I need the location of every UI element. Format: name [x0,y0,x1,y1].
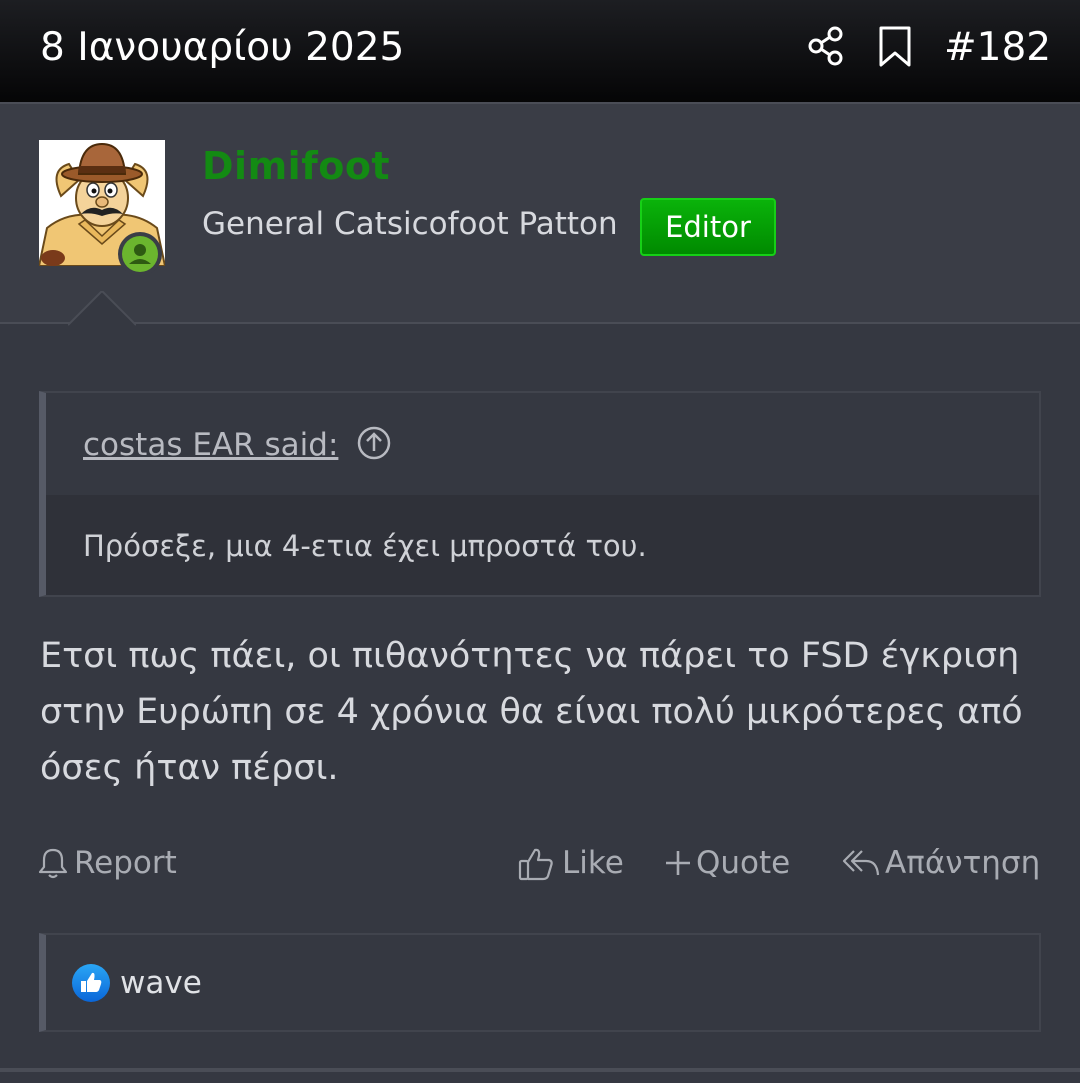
like-reaction-icon [71,963,111,1003]
post-bottom-divider [0,1068,1080,1072]
quote-text: Πρόσεξε, μια 4-ετια έχει μπροστά του. [83,529,647,563]
message-body: Ετσι πως πάει, οι πιθανότητες να πάρει τ… [40,636,1023,788]
quote-attribution-link[interactable]: costas EAR said: [83,427,338,463]
quote-content: Πρόσεξε, μια 4-ετια έχει μπροστά του. [46,495,1039,595]
online-status-indicator [118,232,162,276]
reply-icon [842,850,880,876]
reply-button[interactable]: Απάντηση [842,841,1042,885]
post-number-link[interactable]: #182 [944,24,1051,72]
bookmark-icon[interactable] [876,24,916,68]
like-label: Like [562,845,624,881]
reply-label: Απάντηση [885,845,1041,881]
quote-button[interactable]: Quote [664,841,804,885]
quote-block: costas EAR said: Πρόσεξε, μια 4-ετια έχε… [39,391,1041,597]
report-button[interactable]: Report [38,841,198,885]
post-header: 8 Ιανουαρίου 2025 #182 [0,0,1080,104]
quote-label: Quote [696,845,791,881]
plus-icon [666,851,690,875]
reaction-user-list[interactable]: wave [120,963,202,1003]
post-actions: Report Like Quote Απάντηση [0,835,1080,891]
thumbs-up-icon [518,848,553,881]
quote-header: costas EAR said: [46,393,1039,495]
like-button[interactable]: Like [518,841,628,885]
username-link[interactable]: Dimifoot [202,144,390,188]
report-label: Report [74,845,177,881]
share-icon[interactable] [806,24,846,68]
jump-to-quote-icon[interactable] [356,425,392,461]
message-post: 8 Ιανουαρίου 2025 #182 Dimifoot General … [0,0,1080,1083]
role-badge: Editor [640,198,776,256]
author-block: Dimifoot General Catsicofoot Patton Edit… [0,104,1080,324]
user-title: General Catsicofoot Patton [202,206,618,242]
post-date[interactable]: 8 Ιανουαρίου 2025 [40,24,404,72]
bell-icon [38,848,68,879]
reactions-bar[interactable]: wave [39,933,1041,1032]
